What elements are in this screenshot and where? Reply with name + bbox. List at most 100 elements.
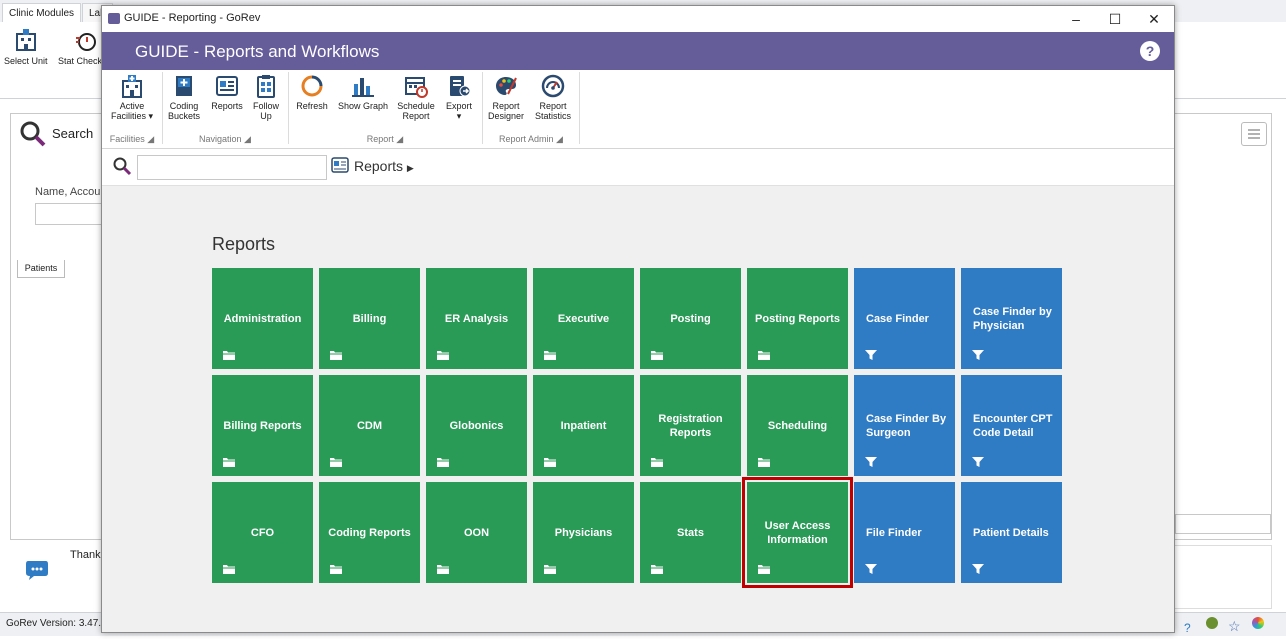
filter-icon bbox=[971, 456, 985, 468]
refresh-button[interactable]: Refresh bbox=[292, 74, 332, 111]
bug-icon[interactable] bbox=[1206, 617, 1218, 629]
ribbon-separator bbox=[482, 72, 483, 144]
schedule-report-button[interactable]: Schedule Report bbox=[394, 74, 438, 121]
report-tile-stats[interactable]: Stats bbox=[640, 482, 741, 583]
window-title: GUIDE - Reporting - GoRev bbox=[124, 12, 261, 24]
search-icon[interactable] bbox=[112, 156, 132, 176]
export-label: Export bbox=[445, 101, 472, 111]
report-tile-registration-reports[interactable]: Registration Reports bbox=[640, 375, 741, 476]
report-tile-label: Case Finder By Surgeon bbox=[866, 412, 947, 439]
group-label-report-admin: Report Admin ◢ bbox=[499, 134, 563, 144]
report-tile-file-finder[interactable]: File Finder bbox=[854, 482, 955, 583]
help-button[interactable]: ? bbox=[1140, 41, 1160, 61]
group-label-report: Report ◢ bbox=[366, 134, 404, 144]
report-tile-label: Case Finder by Physician bbox=[973, 305, 1052, 332]
star-icon[interactable]: ☆ bbox=[1228, 615, 1241, 637]
hospital-icon bbox=[120, 74, 144, 98]
report-tile-case-finder[interactable]: Case Finder bbox=[854, 268, 955, 369]
export-icon bbox=[447, 74, 471, 98]
coding-buckets-button[interactable]: Coding Buckets bbox=[166, 74, 202, 121]
minimize-button[interactable]: – bbox=[1057, 6, 1095, 32]
chat-text: Thank bbox=[70, 549, 101, 561]
filter-icon bbox=[971, 563, 985, 575]
report-tile-case-finder-by-physician[interactable]: Case Finder by Physician bbox=[961, 268, 1062, 369]
report-tile-grid: Administration Billing ER Analysis Executiv… bbox=[212, 268, 1064, 588]
report-designer-label: Report Designer bbox=[487, 101, 525, 121]
report-tile-billing-reports[interactable]: Billing Reports bbox=[212, 375, 313, 476]
name-field-label: Name, Accou bbox=[35, 186, 101, 198]
report-tile-executive[interactable]: Executive bbox=[533, 268, 634, 369]
folder-icon bbox=[436, 563, 450, 575]
search-label: Search bbox=[52, 126, 94, 141]
close-button[interactable]: ✕ bbox=[1135, 6, 1173, 32]
folder-icon bbox=[222, 349, 236, 361]
reports-breadcrumb-icon bbox=[331, 157, 349, 173]
group-label-facilities: Facilities ◢ bbox=[109, 134, 155, 144]
report-tile-label: Encounter CPT Code Detail bbox=[973, 412, 1053, 439]
maximize-button[interactable]: ☐ bbox=[1096, 6, 1134, 32]
report-tile-label: Patient Details bbox=[973, 526, 1049, 539]
filter-icon bbox=[864, 349, 878, 361]
breadcrumb[interactable]: Reports ▶ bbox=[354, 158, 414, 174]
stat-check-button[interactable]: Stat Check bbox=[58, 56, 102, 66]
section-title: Reports bbox=[212, 234, 276, 254]
reports-button[interactable]: Reports bbox=[207, 74, 247, 111]
menu-icon[interactable] bbox=[1241, 122, 1267, 146]
gauge-icon bbox=[541, 74, 565, 98]
select-unit-button[interactable]: Select Unit bbox=[4, 56, 48, 66]
version-text: GoRev Version: 3.47.0 bbox=[6, 618, 107, 629]
report-tile-user-access-information[interactable]: User Access Information bbox=[742, 477, 853, 588]
report-tile-posting-reports[interactable]: Posting Reports bbox=[747, 268, 848, 369]
folder-icon bbox=[543, 456, 557, 468]
help-icon[interactable]: ? bbox=[1184, 617, 1191, 639]
report-designer-button[interactable]: Report Designer bbox=[485, 74, 527, 121]
export-button[interactable]: Export ▾ bbox=[441, 74, 477, 121]
report-tile-encounter-cpt-code-detail[interactable]: Encounter CPT Code Detail bbox=[961, 375, 1062, 476]
background-right-panel bbox=[1174, 113, 1272, 540]
report-statistics-button[interactable]: Report Statistics bbox=[531, 74, 575, 121]
report-tile-posting[interactable]: Posting bbox=[640, 268, 741, 369]
folder-icon bbox=[436, 349, 450, 361]
follow-up-button[interactable]: Follow Up bbox=[250, 74, 282, 121]
follow-up-label: Follow Up bbox=[252, 101, 279, 121]
tab-clinic-modules[interactable]: Clinic Modules bbox=[2, 3, 82, 23]
report-tile-inpatient[interactable]: Inpatient bbox=[533, 375, 634, 476]
schedule-report-label: Schedule Report bbox=[397, 101, 435, 121]
report-tile-coding-reports[interactable]: Coding Reports bbox=[319, 482, 420, 583]
right-lower-panel bbox=[1174, 545, 1272, 609]
folder-icon bbox=[757, 349, 771, 361]
patients-tab[interactable]: Patients bbox=[17, 260, 65, 278]
filter-icon bbox=[864, 563, 878, 575]
coding-book-icon bbox=[172, 74, 196, 98]
filter-icon bbox=[864, 456, 878, 468]
page-title: GUIDE - Reports and Workflows bbox=[135, 42, 380, 61]
folder-icon bbox=[650, 456, 664, 468]
name-field[interactable] bbox=[35, 203, 109, 225]
chat-icon[interactable] bbox=[25, 559, 49, 581]
right-input-field[interactable] bbox=[1175, 514, 1271, 534]
reporting-window: GUIDE - Reporting - GoRev – ☐ ✕ GUIDE - … bbox=[101, 5, 1175, 633]
group-label-navigation: Navigation ◢ bbox=[199, 134, 251, 144]
folder-icon bbox=[757, 563, 771, 575]
folder-icon bbox=[650, 349, 664, 361]
report-tile-billing[interactable]: Billing bbox=[319, 268, 420, 369]
report-tile-administration[interactable]: Administration bbox=[212, 268, 313, 369]
report-tile-cfo[interactable]: CFO bbox=[212, 482, 313, 583]
reports-icon bbox=[215, 74, 239, 98]
report-tile-er-analysis[interactable]: ER Analysis bbox=[426, 268, 527, 369]
show-graph-button[interactable]: Show Graph bbox=[336, 74, 390, 111]
active-facilities-button[interactable]: Active Facilities ▾ bbox=[106, 74, 158, 121]
color-wheel-icon[interactable] bbox=[1252, 617, 1264, 629]
report-tile-globonics[interactable]: Globonics bbox=[426, 375, 527, 476]
search-bar: Reports ▶ bbox=[102, 149, 1174, 186]
report-tile-case-finder-by-surgeon[interactable]: Case Finder By Surgeon bbox=[854, 375, 955, 476]
stopwatch-icon bbox=[74, 28, 98, 52]
report-tile-patient-details[interactable]: Patient Details bbox=[961, 482, 1062, 583]
ribbon-separator bbox=[579, 72, 580, 144]
search-input[interactable] bbox=[137, 155, 327, 180]
report-tile-scheduling[interactable]: Scheduling bbox=[747, 375, 848, 476]
report-tile-physicians[interactable]: Physicians bbox=[533, 482, 634, 583]
report-tile-oon[interactable]: OON bbox=[426, 482, 527, 583]
report-tile-cdm[interactable]: CDM bbox=[319, 375, 420, 476]
refresh-label: Refresh bbox=[296, 101, 328, 111]
